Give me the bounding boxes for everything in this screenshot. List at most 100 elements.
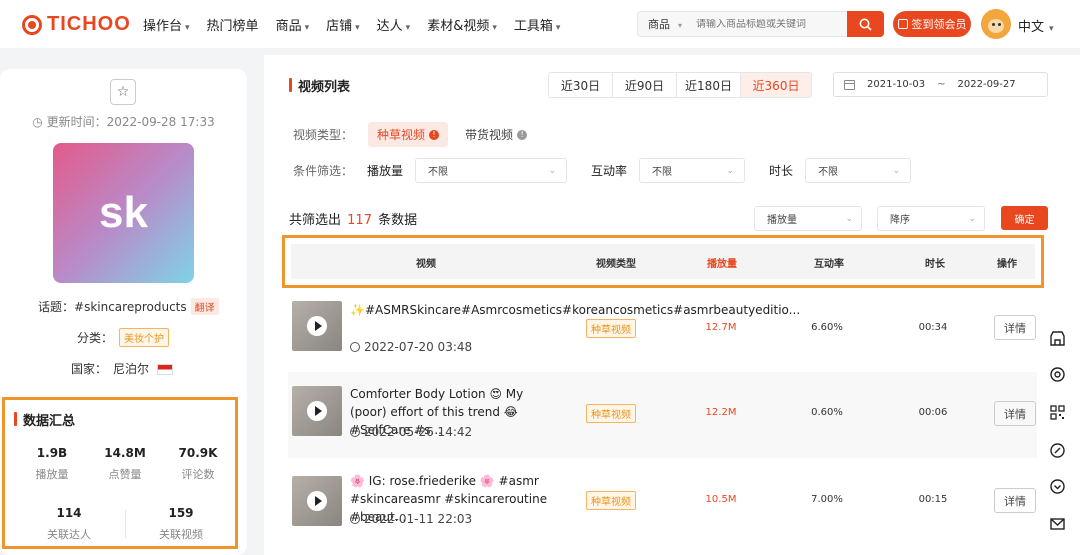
- duration-value: 00:06: [918, 407, 948, 418]
- nav-item-influencers[interactable]: 达人 ▾: [377, 15, 411, 34]
- chevron-down-icon: ▾: [492, 23, 497, 33]
- nav-item-materials[interactable]: 素材&视频 ▾: [427, 15, 497, 34]
- range-tab-360d[interactable]: 近360日: [741, 73, 811, 97]
- top-bar: TICHOO 操作台 ▾ 热门榜单 商品 ▾ 店铺 ▾ 达人 ▾ 素材&视频 ▾ 工具箱 ▾…: [0, 0, 1080, 48]
- info-icon[interactable]: !: [517, 129, 528, 140]
- video-title[interactable]: ✨#ASMRSkincare#Asmrcosmetics#koreancosme…: [350, 301, 800, 319]
- translate-button[interactable]: 翻译: [190, 298, 219, 315]
- search-button[interactable]: [847, 11, 884, 37]
- data-summary-panel: 数据汇总 1.9B 播放量 14.8M 点赞量 70.9K 评论数 114 关联达人 1…: [2, 397, 238, 549]
- video-date-text: 2022-01-11 22:03: [364, 512, 473, 526]
- shop-icon[interactable]: [1049, 330, 1066, 347]
- range-tab-30d[interactable]: 近30日: [549, 73, 613, 97]
- filter-rate-label: 互动率: [591, 164, 628, 178]
- qrcode-icon[interactable]: [1049, 404, 1066, 421]
- result-count: 共筛选出 117 条数据: [289, 209, 417, 228]
- chevron-down-icon: ▾: [185, 23, 190, 33]
- chevron-down-icon: ▾: [1049, 24, 1054, 34]
- stat-value: 159: [168, 506, 194, 520]
- date-start: 2021-10-03: [867, 79, 926, 90]
- video-date: 2022-05-26 14:42: [350, 425, 472, 439]
- confirm-button[interactable]: 确定: [1001, 206, 1048, 230]
- play-icon[interactable]: [307, 401, 327, 421]
- language-select[interactable]: 中文 ▾: [1018, 16, 1054, 35]
- nav-item-products[interactable]: 商品 ▾: [276, 15, 310, 34]
- stat-value: 70.9K: [178, 446, 218, 460]
- table-header-highlight: 视频 视频类型 播放量 互动率 时长 操作: [282, 235, 1044, 288]
- plays-value: 12.7M: [705, 322, 737, 333]
- avatar-eye: [992, 23, 995, 26]
- range-tab-180d[interactable]: 近180日: [677, 73, 741, 97]
- avatar-eye: [998, 23, 1001, 26]
- filter-duration-select[interactable]: 不限 ⌄: [805, 158, 912, 183]
- play-icon[interactable]: [307, 491, 327, 511]
- video-type-row: 视频类型： 种草视频! 带货视频!: [293, 122, 544, 147]
- nav-item-console[interactable]: 操作台 ▾: [143, 15, 190, 34]
- chevron-down-icon: ⌄: [548, 165, 557, 176]
- stat-label: 关联视频: [159, 528, 203, 541]
- type-chip-label: 带货视频: [465, 128, 514, 142]
- nav-label: 工具箱: [513, 19, 553, 34]
- logo-text: TICHOO: [47, 13, 131, 35]
- favorite-button[interactable]: ☆: [110, 79, 136, 105]
- heart-icon[interactable]: [1049, 478, 1066, 495]
- play-icon[interactable]: [307, 316, 327, 336]
- stat-likes: 14.8M 点赞量: [90, 446, 160, 482]
- update-time-text: 更新时间：2022-09-28 17:33: [46, 115, 215, 129]
- info-icon[interactable]: !: [429, 129, 440, 140]
- chevron-down-icon: ▾: [405, 23, 411, 33]
- detail-button[interactable]: 详情: [994, 401, 1036, 426]
- date-range-picker[interactable]: 2021-10-03 ~ 2022-09-27: [833, 72, 1048, 97]
- link-icon[interactable]: [1049, 442, 1066, 459]
- search-icon: [859, 18, 872, 31]
- col-plays[interactable]: 播放量: [682, 255, 762, 270]
- calendar-icon: [844, 79, 855, 90]
- detail-button[interactable]: 详情: [994, 315, 1036, 340]
- target-icon[interactable]: [1049, 366, 1066, 383]
- video-date: 2022-01-11 22:03: [350, 512, 472, 526]
- video-date-text: 2022-07-20 03:48: [364, 340, 473, 354]
- mail-icon[interactable]: [1049, 515, 1066, 532]
- search-input[interactable]: [696, 18, 836, 30]
- topic-logo: sk: [53, 143, 194, 283]
- video-type-tag: 种草视频: [586, 319, 636, 338]
- select-value: 不限: [818, 167, 839, 178]
- video-thumbnail[interactable]: [292, 386, 342, 436]
- filter-rate-select[interactable]: 不限 ⌄: [639, 158, 746, 183]
- video-list-title: 视频列表: [289, 76, 350, 95]
- table-header: 视频 视频类型 播放量 互动率 时长 操作: [291, 244, 1035, 279]
- sort-field-select[interactable]: 播放量 ⌄: [754, 206, 862, 231]
- user-avatar[interactable]: [981, 9, 1011, 39]
- sort-order-select[interactable]: 降序 ⌄: [877, 206, 985, 231]
- type-chip-seeding[interactable]: 种草视频!: [368, 122, 449, 147]
- stat-label: 点赞量: [108, 468, 142, 481]
- filter-plays-select[interactable]: 不限 ⌄: [415, 158, 568, 183]
- logo[interactable]: TICHOO: [22, 13, 131, 36]
- nav-item-shops[interactable]: 店铺 ▾: [326, 15, 360, 34]
- col-engagement-rate[interactable]: 互动率: [789, 255, 869, 270]
- rate-value: 0.60%: [811, 407, 843, 418]
- range-tab-90d[interactable]: 近90日: [613, 73, 677, 97]
- detail-button[interactable]: 详情: [994, 488, 1036, 513]
- topic-row: 话题：#skincareproducts 翻译: [38, 298, 219, 315]
- video-thumbnail[interactable]: [292, 476, 342, 526]
- video-date-text: 2022-05-26 14:42: [364, 425, 473, 439]
- video-list-panel: 视频列表 近30日 近90日 近180日 近360日 2021-10-03 ~ …: [264, 55, 1080, 555]
- avatar-face: [988, 19, 1004, 33]
- vip-signin-button[interactable]: 签到领会员: [893, 11, 971, 37]
- clock-icon: [350, 427, 360, 437]
- country-row: 国家： 尼泊尔: [71, 360, 174, 377]
- search-category-select[interactable]: 商品 ▾: [638, 16, 696, 32]
- video-thumbnail[interactable]: [292, 301, 342, 351]
- country-value: 尼泊尔: [113, 362, 150, 376]
- stat-label: 关联达人: [47, 528, 91, 541]
- star-icon: ☆: [116, 84, 130, 100]
- nav-item-hot-rank[interactable]: 热门榜单: [207, 15, 259, 34]
- type-chip-selling[interactable]: 带货视频!: [456, 122, 536, 147]
- table-row: Comforter Body Lotion 😍 My (poor) effort…: [288, 372, 1044, 458]
- col-duration[interactable]: 时长: [895, 255, 975, 270]
- nav-item-toolbox[interactable]: 工具箱 ▾: [514, 15, 561, 34]
- stat-value: 114: [56, 506, 82, 520]
- video-date: 2022-07-20 03:48: [350, 340, 472, 354]
- nav-label: 热门榜单: [206, 19, 259, 34]
